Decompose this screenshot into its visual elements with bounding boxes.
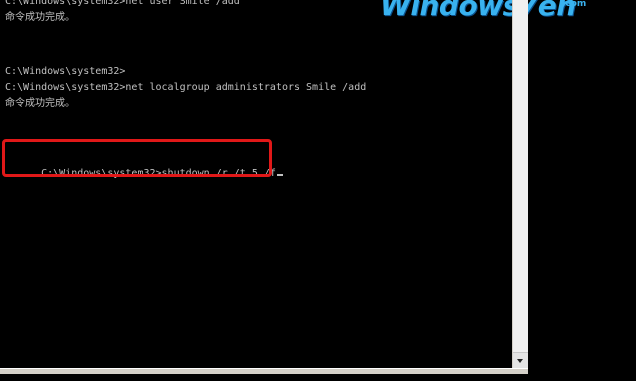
command-prompt-window[interactable]: C:\Windows\system32>net user Smile /add … [0, 0, 586, 368]
scroll-down-arrow-icon[interactable] [513, 352, 528, 368]
logo-domain: .com [562, 0, 587, 9]
command-highlight-box [2, 139, 272, 177]
console-line-3: C:\Windows\system32> [5, 66, 126, 77]
console-line-5: 命令成功完成。 [5, 98, 75, 109]
logo-text: Windows7en [380, 0, 576, 22]
console-line-1: C:\Windows\system32>net user Smile /add [5, 0, 240, 7]
vertical-scrollbar[interactable] [512, 0, 528, 368]
window-bottom-border [0, 368, 528, 374]
text-cursor [276, 174, 283, 176]
console-line-4: C:\Windows\system32>net localgroup admin… [5, 82, 367, 93]
console-line-2: 命令成功完成。 [5, 12, 75, 23]
watermark-logo: Windows7en .com [380, 0, 586, 36]
screenshot-frame: C:\Windows\system32>net user Smile /add … [0, 0, 636, 381]
